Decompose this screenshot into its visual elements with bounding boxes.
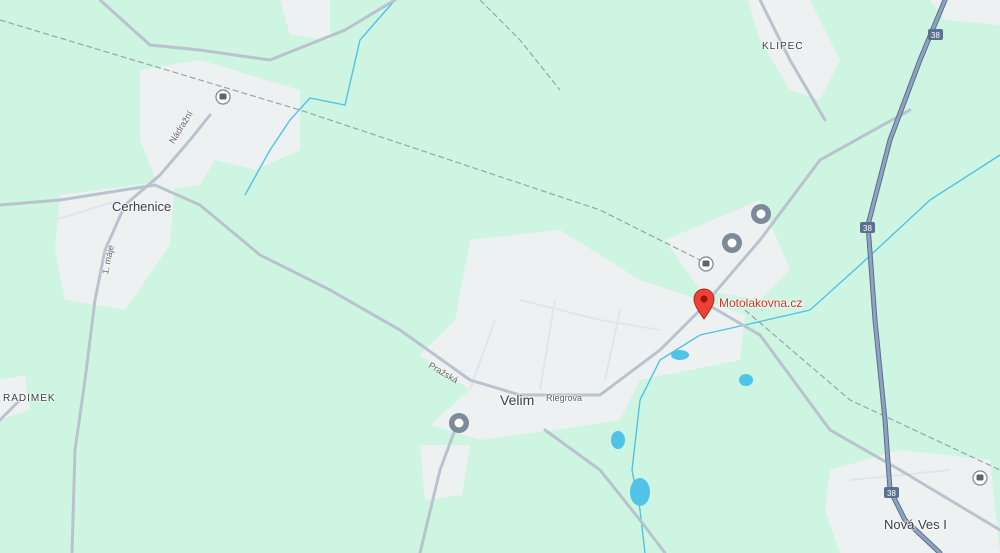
village-label: KLIPEC — [762, 41, 804, 52]
highway-shield-label: 38 — [863, 224, 872, 233]
built-up-areas — [0, 0, 1000, 553]
town-label: Nová Ves I — [884, 517, 947, 532]
train-station-icon[interactable] — [972, 470, 988, 486]
map-canvas[interactable]: 38 38 38 Cerhenice Velim Nová Ves I KLIP… — [0, 0, 1000, 553]
pond — [739, 374, 753, 386]
rail-line-north — [479, 0, 561, 91]
built-up-north — [280, 0, 330, 40]
road-north — [98, 0, 397, 62]
street-label: Riegrova — [546, 393, 583, 403]
highway-shield-label: 38 — [887, 489, 896, 498]
pond — [630, 478, 650, 506]
town-label: Cerhenice — [112, 199, 172, 214]
highway-shield: 38 — [860, 222, 875, 233]
pond — [611, 431, 625, 449]
map-base-layer: 38 38 38 — [0, 0, 1000, 553]
poi-pin-icon[interactable] — [751, 204, 771, 224]
highway-shield: 38 — [884, 487, 899, 498]
train-station-icon[interactable] — [698, 256, 714, 272]
train-station-icon[interactable] — [215, 89, 231, 105]
place-label[interactable]: Motolakovna.cz — [719, 296, 802, 310]
town-label: Velim — [500, 392, 535, 408]
rail-line-east — [744, 309, 1000, 471]
built-up-nova-ves — [825, 450, 1000, 553]
poi-pin-icon[interactable] — [449, 413, 469, 433]
highway-shield: 38 — [928, 29, 943, 40]
poi-pin-icon[interactable] — [722, 233, 742, 253]
highway-shield-label: 38 — [931, 31, 940, 40]
village-label: RADIMEK — [3, 393, 56, 404]
pond — [671, 350, 689, 360]
